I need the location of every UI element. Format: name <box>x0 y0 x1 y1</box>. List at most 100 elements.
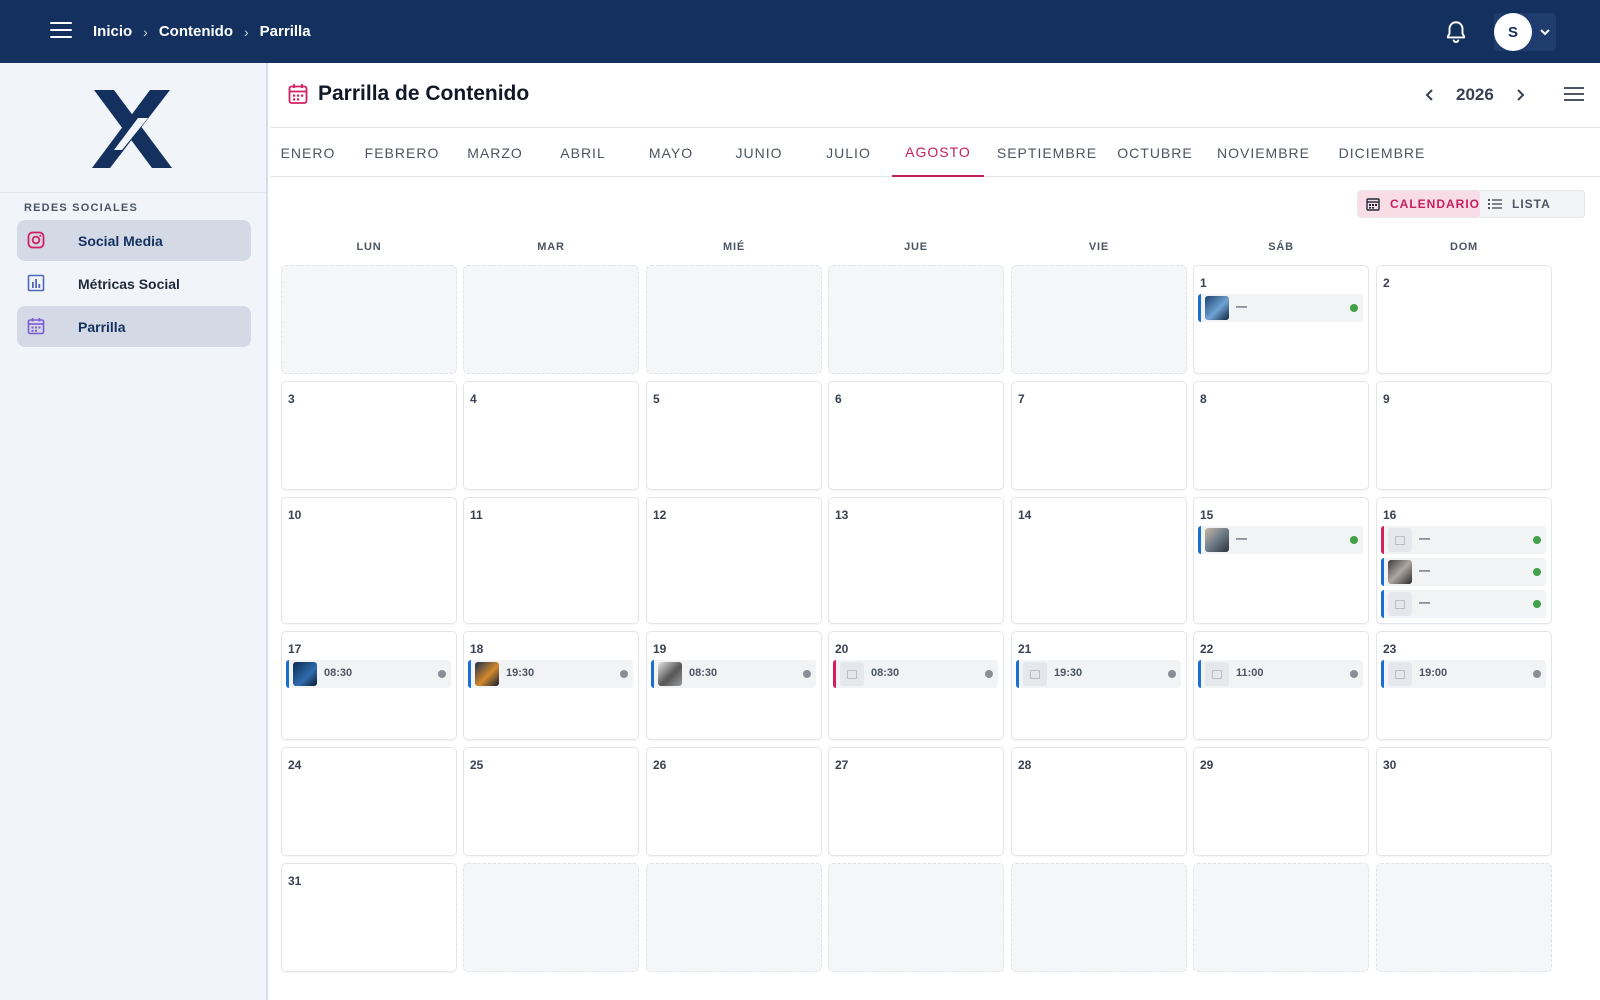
post-item[interactable]: 19:00 <box>1381 660 1546 688</box>
sidebar-item-parrilla[interactable]: Parrilla <box>17 306 251 347</box>
breadcrumb-parrilla: Parrilla <box>259 23 311 40</box>
breadcrumb-contenido[interactable]: Contenido <box>159 23 233 40</box>
chevron-down-icon[interactable] <box>1538 25 1552 39</box>
day-cell[interactable]: 24 <box>281 747 457 856</box>
section-title-redes-sociales: REDES SOCIALES <box>24 202 138 214</box>
day-cell[interactable]: 8 <box>1193 381 1369 490</box>
post-label: 08:30 <box>871 667 900 679</box>
post-label: 19:30 <box>506 667 535 679</box>
day-number: 3 <box>288 392 295 406</box>
day-cell[interactable]: 1— <box>1193 265 1369 374</box>
post-item[interactable]: 08:30 <box>833 660 998 688</box>
day-cell[interactable]: 27 <box>828 747 1004 856</box>
instagram-icon <box>27 231 45 249</box>
logo-area <box>0 63 266 193</box>
tab-month-marzo[interactable]: MARZO <box>459 128 531 177</box>
sidebar-item-metricas-social[interactable]: Métricas Social <box>17 263 251 304</box>
post-item[interactable]: 08:30 <box>286 660 451 688</box>
post-item[interactable]: 08:30 <box>651 660 816 688</box>
tab-month-octubre[interactable]: OCTUBRE <box>1116 128 1194 177</box>
day-cell-empty <box>828 863 1004 972</box>
tab-month-mayo[interactable]: MAYO <box>633 128 709 177</box>
day-cell[interactable]: 5 <box>646 381 822 490</box>
day-number: 29 <box>1200 758 1214 772</box>
day-cell[interactable]: 15 — <box>1193 497 1369 624</box>
tab-month-enero[interactable]: ENERO <box>273 128 343 177</box>
post-item[interactable]: 19:30 <box>468 660 633 688</box>
day-cell[interactable]: 6 <box>828 381 1004 490</box>
tab-month-agosto[interactable]: AGOSTO <box>892 128 984 177</box>
day-cell[interactable]: 19 08:30 <box>646 631 822 740</box>
post-item[interactable]: — <box>1381 526 1546 554</box>
tab-month-diciembre[interactable]: DICIEMBRE <box>1334 128 1430 177</box>
avatar[interactable]: S <box>1494 13 1532 51</box>
day-cell[interactable]: 18 19:30 <box>463 631 639 740</box>
day-cell[interactable]: 16 — — — <box>1376 497 1552 624</box>
top-bar: Inicio › Contenido › Parrilla S <box>0 0 1600 63</box>
post-label: 19:00 <box>1419 667 1448 679</box>
day-cell[interactable]: 14 <box>1011 497 1187 624</box>
day-cell[interactable]: 28 <box>1011 747 1187 856</box>
day-number: 12 <box>653 508 667 522</box>
list-view-button[interactable]: LISTA <box>1480 191 1584 217</box>
tab-month-julio[interactable]: JULIO <box>815 128 882 177</box>
day-cell[interactable]: 30 <box>1376 747 1552 856</box>
post-item[interactable]: 11:00 <box>1198 660 1363 688</box>
sidebar-item-social-media[interactable]: Social Media <box>17 220 251 261</box>
next-year-button[interactable] <box>1508 83 1532 107</box>
day-cell[interactable]: 3 <box>281 381 457 490</box>
sidebar-item-label: Parrilla <box>78 318 126 335</box>
menu-icon[interactable] <box>50 22 72 40</box>
chevron-right-icon: › <box>143 23 148 40</box>
day-number: 1 <box>1200 276 1207 290</box>
post-item[interactable]: 19:30 <box>1016 660 1181 688</box>
day-cell[interactable]: 29 <box>1193 747 1369 856</box>
post-item[interactable]: — <box>1198 526 1363 554</box>
day-number: 28 <box>1018 758 1032 772</box>
day-cell[interactable]: 17 08:30 <box>281 631 457 740</box>
status-dot <box>1533 670 1541 678</box>
status-dot <box>1533 568 1541 576</box>
day-cell[interactable]: 4 <box>463 381 639 490</box>
day-cell[interactable]: 13 <box>828 497 1004 624</box>
tab-month-abril[interactable]: ABRIL <box>551 128 615 177</box>
prev-year-button[interactable] <box>1418 83 1442 107</box>
calendar-icon <box>288 84 308 104</box>
chevron-right-icon[interactable] <box>1514 88 1526 102</box>
more-menu-icon[interactable] <box>1564 87 1584 103</box>
user-menu[interactable]: S <box>1494 13 1556 51</box>
tab-month-septiembre[interactable]: SEPTIEMBRE <box>995 128 1099 177</box>
day-number: 24 <box>288 758 302 772</box>
day-cell[interactable]: 31 <box>281 863 457 972</box>
post-item[interactable]: — <box>1381 590 1546 618</box>
day-cell[interactable]: 9 <box>1376 381 1552 490</box>
tab-month-junio[interactable]: JUNIO <box>725 128 793 177</box>
post-item[interactable]: — <box>1381 558 1546 586</box>
tab-month-noviembre[interactable]: NOVIEMBRE <box>1215 128 1312 177</box>
day-cell[interactable]: 10 <box>281 497 457 624</box>
chevron-left-icon[interactable] <box>1424 88 1436 102</box>
day-cell[interactable]: 11 <box>463 497 639 624</box>
tab-month-febrero[interactable]: FEBRERO <box>359 128 445 177</box>
day-cell[interactable]: 2 <box>1376 265 1552 374</box>
day-cell[interactable]: 12 <box>646 497 822 624</box>
calendar-view-label: CALENDARIO <box>1390 197 1480 211</box>
day-cell[interactable]: 7 <box>1011 381 1187 490</box>
bell-icon[interactable] <box>1443 19 1469 45</box>
post-item[interactable]: — <box>1198 294 1363 322</box>
day-cell[interactable]: 26 <box>646 747 822 856</box>
day-cell[interactable]: 21 19:30 <box>1011 631 1187 740</box>
calendar-view-button[interactable]: CALENDARIO <box>1358 191 1480 217</box>
day-cell-empty <box>1011 863 1187 972</box>
sidebar-item-label: Social Media <box>78 232 163 249</box>
day-cell-empty <box>646 863 822 972</box>
day-number: 31 <box>288 874 302 888</box>
brand-logo[interactable] <box>92 90 174 168</box>
day-cell[interactable]: 22 11:00 <box>1193 631 1369 740</box>
breadcrumb-inicio[interactable]: Inicio <box>93 23 132 40</box>
post-thumbnail <box>293 662 317 686</box>
day-cell[interactable]: 20 08:30 <box>828 631 1004 740</box>
day-cell[interactable]: 25 <box>463 747 639 856</box>
day-cell[interactable]: 23 19:00 <box>1376 631 1552 740</box>
breadcrumb: Inicio › Contenido › Parrilla <box>93 0 311 63</box>
